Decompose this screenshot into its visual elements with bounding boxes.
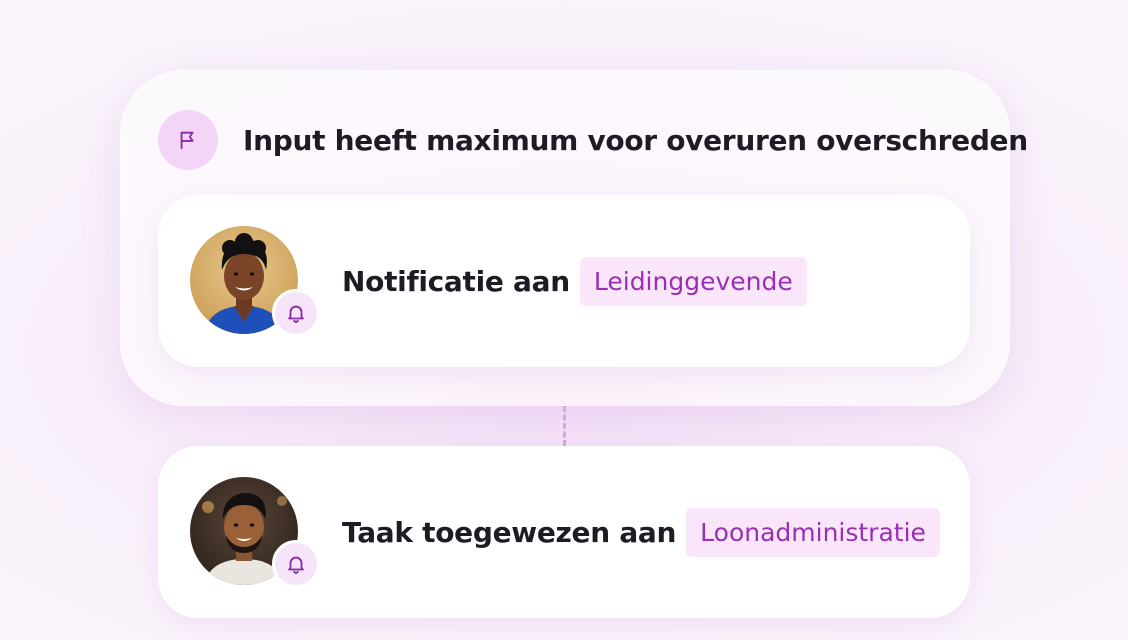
avatar-container <box>190 477 320 588</box>
action-text: Taak toegewezen aan <box>342 515 677 549</box>
action-card-notification[interactable]: Notificatie aan Leidinggevende <box>158 195 970 367</box>
bell-icon <box>272 289 320 337</box>
trigger-header: Input heeft maximum voor overuren oversc… <box>158 110 1028 170</box>
trigger-title: Input heeft maximum voor overuren oversc… <box>243 123 1028 157</box>
flow-connector <box>563 406 566 446</box>
action-text: Notificatie aan <box>342 264 570 298</box>
avatar-container <box>190 226 320 337</box>
action-card-task[interactable]: Taak toegewezen aan Loonadministratie <box>158 446 970 618</box>
recipient-tag[interactable]: Loonadministratie <box>686 507 940 557</box>
recipient-tag[interactable]: Leidinggevende <box>579 256 807 306</box>
bell-icon <box>272 540 320 588</box>
flag-icon <box>158 110 218 170</box>
